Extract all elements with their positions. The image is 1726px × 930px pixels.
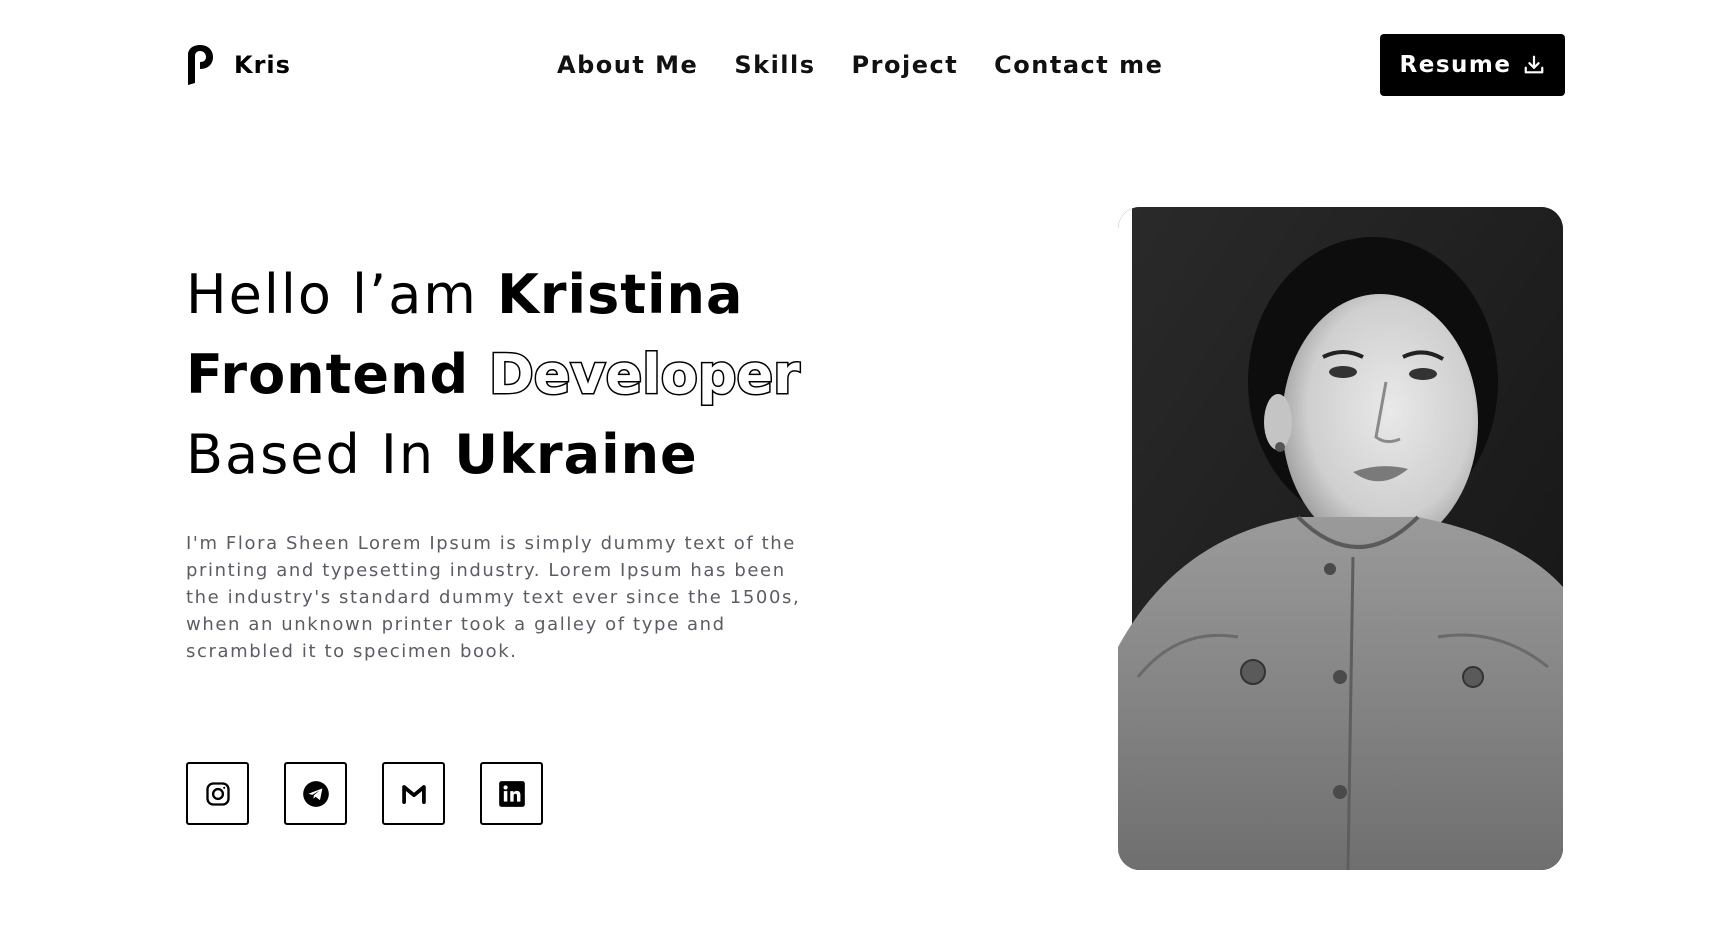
instagram-icon — [205, 781, 230, 806]
portfolio-page: Kris About Me Skills Project Contact me … — [0, 0, 1726, 930]
hero-role: Frontend — [186, 343, 489, 406]
hero-based-in: Based In — [186, 423, 455, 486]
brand-name: Kris — [234, 51, 291, 79]
hero-location: Ukraine — [454, 423, 698, 486]
gmail-icon — [401, 784, 426, 804]
hero-role-outline: Developer — [487, 342, 801, 408]
social-links — [186, 762, 543, 825]
resume-button[interactable]: Resume — [1380, 34, 1565, 96]
portrait-image — [1118, 207, 1563, 870]
gmail-button[interactable] — [382, 762, 445, 825]
download-icon — [1525, 55, 1544, 74]
nav-link-contact-me[interactable]: Contact me — [994, 51, 1163, 79]
hero-line-1: Hello l’am Kristina — [186, 255, 800, 335]
hero-name: Kristina — [497, 263, 744, 326]
profile-photo — [1118, 207, 1563, 870]
brand-logo-icon — [188, 45, 213, 85]
main-nav: About Me Skills Project Contact me — [557, 34, 1163, 96]
nav-link-skills[interactable]: Skills — [734, 51, 815, 79]
linkedin-icon — [498, 780, 525, 807]
site-header: Kris About Me Skills Project Contact me … — [186, 34, 1565, 96]
nav-link-project[interactable]: Project — [852, 51, 959, 79]
hero-line-2: Frontend Developer — [186, 335, 801, 415]
hero-line-3: Based In Ukraine — [186, 415, 800, 495]
telegram-icon — [302, 780, 329, 807]
resume-button-label: Resume — [1399, 52, 1512, 78]
brand[interactable]: Kris — [186, 45, 291, 85]
hero-greeting: Hello l’am — [186, 263, 498, 326]
hero-description: I'm Flora Sheen Lorem Ipsum is simply du… — [186, 533, 801, 662]
linkedin-button[interactable] — [480, 762, 543, 825]
hero-heading: Hello l’am Kristina Frontend Developer B… — [186, 255, 801, 495]
telegram-button[interactable] — [284, 762, 347, 825]
instagram-button[interactable] — [186, 762, 249, 825]
nav-link-about-me[interactable]: About Me — [557, 51, 698, 79]
